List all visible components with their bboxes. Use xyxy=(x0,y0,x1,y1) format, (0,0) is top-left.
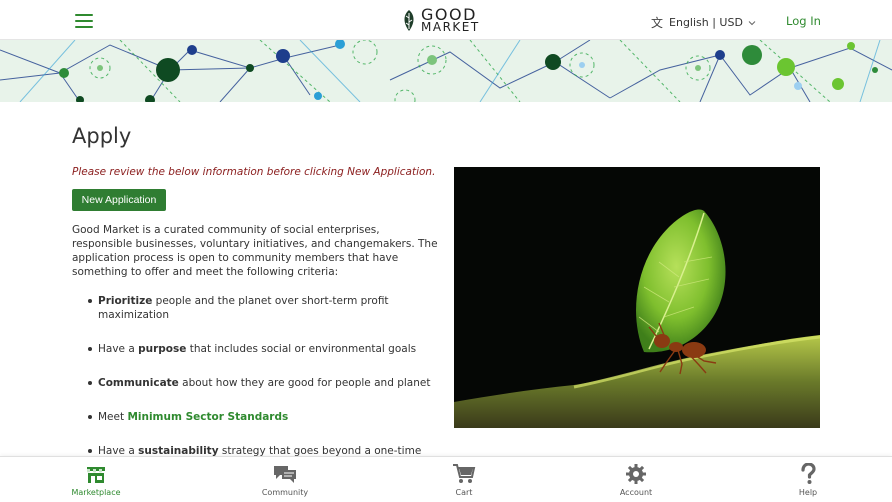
criteria-bold-text: purpose xyxy=(138,343,187,355)
page-title: Apply xyxy=(72,124,132,148)
network-banner xyxy=(0,40,892,102)
question-mark-icon xyxy=(801,463,816,484)
storefront-icon xyxy=(87,467,105,483)
logo-word-market: MARKET xyxy=(421,20,480,34)
language-currency-selector[interactable]: 文 English | USD xyxy=(651,14,756,31)
nav-community-label: Community xyxy=(261,488,309,497)
criteria-item: Communicate about how they are good for … xyxy=(86,376,446,390)
good-market-logo[interactable]: GOOD MARKET xyxy=(401,7,480,35)
nav-account[interactable]: Account xyxy=(596,463,676,497)
nav-community[interactable]: Community xyxy=(245,463,325,497)
criteria-item: Prioritize people and the planet over sh… xyxy=(86,294,446,322)
criteria-prefix: Meet xyxy=(98,411,128,423)
leaf-logo-icon xyxy=(404,10,414,31)
nav-cart-label: Cart xyxy=(455,488,473,497)
criteria-bold-text: Prioritize xyxy=(98,295,153,307)
gear-icon xyxy=(626,464,646,484)
login-link[interactable]: Log In xyxy=(786,14,821,28)
nav-account-label: Account xyxy=(619,488,653,497)
nav-cart[interactable]: Cart xyxy=(424,463,504,497)
application-notice: Please review the below information befo… xyxy=(72,166,436,178)
criteria-text: about how they are good for people and p… xyxy=(178,377,431,389)
hamburger-menu-icon[interactable] xyxy=(75,14,93,28)
leafcutter-ant-photo xyxy=(454,167,820,428)
criteria-text: that includes social or environmental go… xyxy=(186,343,417,355)
chat-bubbles-icon xyxy=(274,466,296,483)
ant-leaf-illustration xyxy=(454,167,820,428)
bottom-navigation: Marketplace Community Cart Account Help xyxy=(0,456,892,502)
nav-help-label: Help xyxy=(798,488,818,497)
criteria-prefix: Have a xyxy=(98,343,139,355)
nav-marketplace-label: Marketplace xyxy=(71,488,121,497)
minimum-sector-standards-link[interactable]: Minimum Sector Standards xyxy=(127,411,288,423)
network-pattern-graphic xyxy=(0,40,892,102)
criteria-item: Meet Minimum Sector Standards xyxy=(86,410,446,424)
new-application-button[interactable]: New Application xyxy=(72,189,166,211)
cart-icon xyxy=(453,464,476,483)
criteria-item: Have a purpose that includes social or e… xyxy=(86,342,446,356)
top-header: GOOD MARKET 文 English | USD Log In xyxy=(0,0,892,40)
nav-marketplace[interactable]: Marketplace xyxy=(56,463,136,497)
intro-paragraph: Good Market is a curated community of so… xyxy=(72,224,438,278)
chevron-down-icon xyxy=(748,20,756,25)
language-currency-label: English | USD xyxy=(669,16,743,29)
nav-help[interactable]: Help xyxy=(768,463,848,497)
translate-icon: 文 xyxy=(651,16,664,30)
criteria-bold-text: Communicate xyxy=(98,377,179,389)
